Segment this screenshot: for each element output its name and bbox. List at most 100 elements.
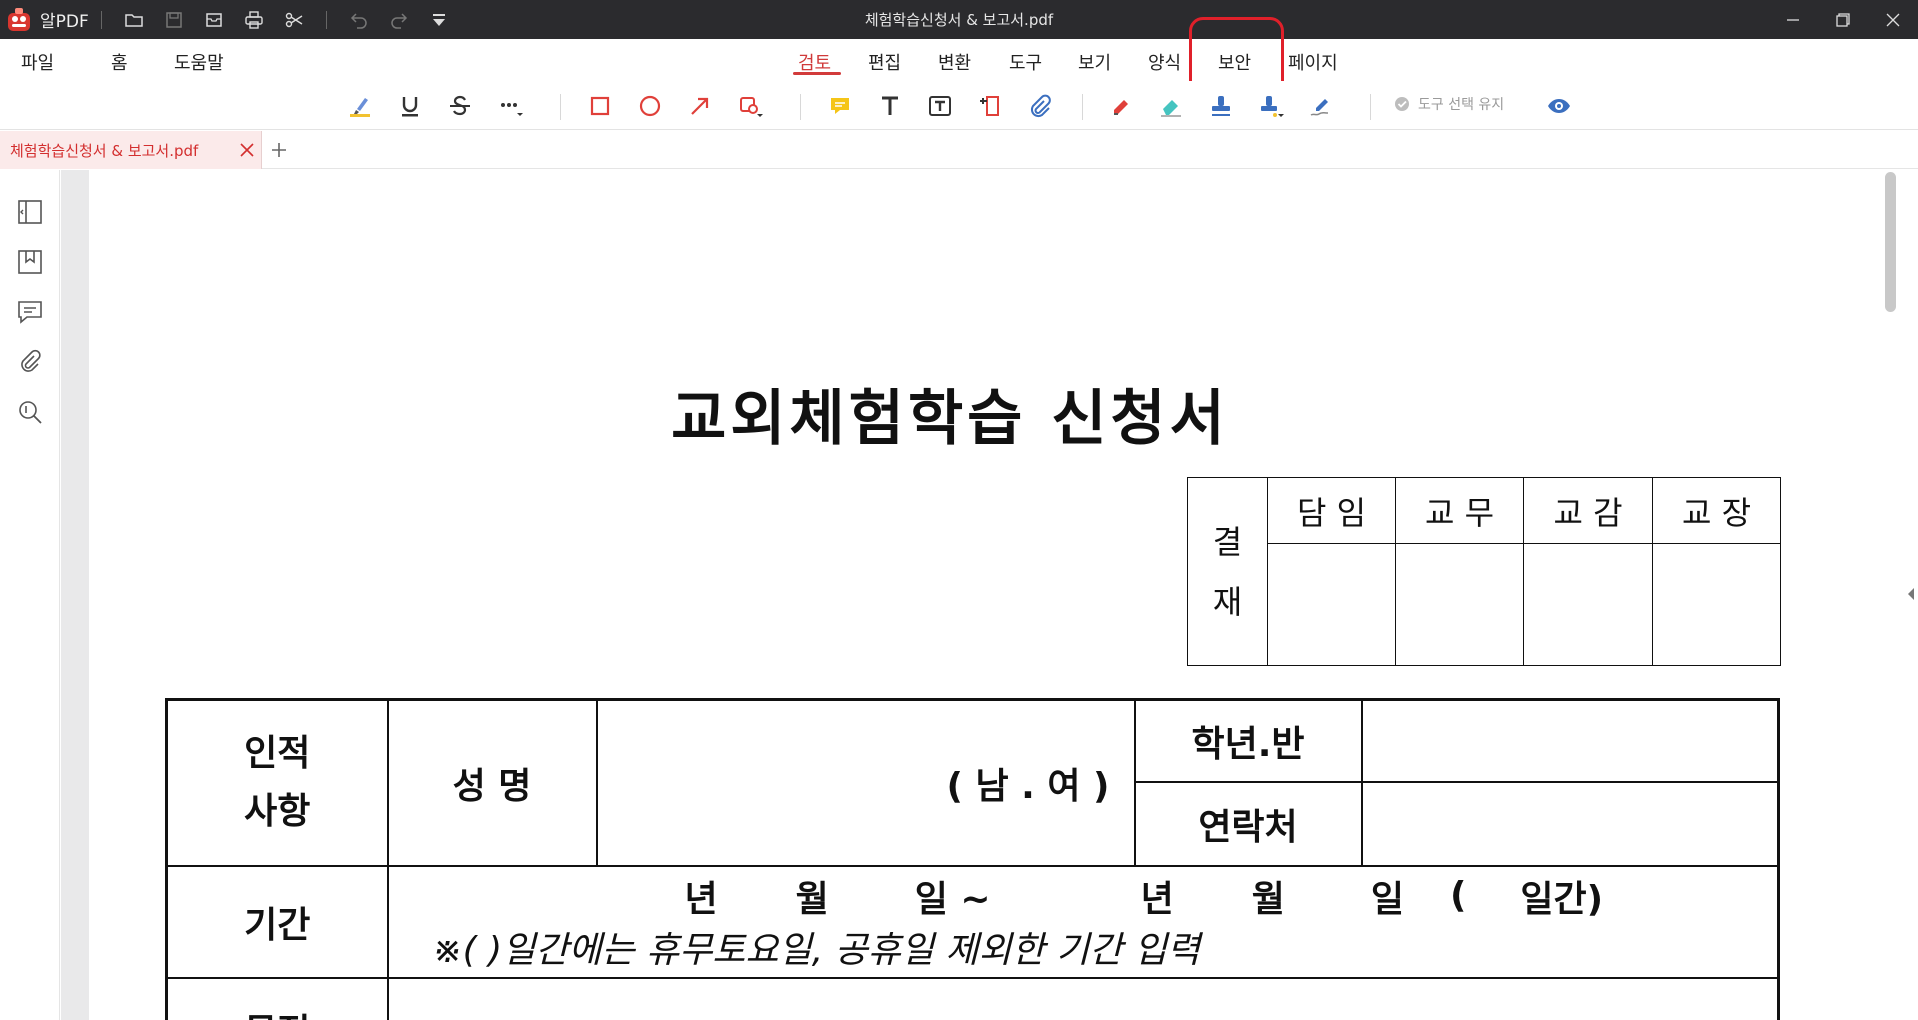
stamp-dropdown-icon[interactable] bbox=[1254, 91, 1288, 121]
customize-icon[interactable] bbox=[419, 0, 459, 39]
check-circle-icon bbox=[1395, 97, 1409, 111]
search-icon[interactable] bbox=[16, 398, 44, 426]
tab-convert[interactable]: 변환 bbox=[938, 49, 971, 75]
approval-sign-cell[interactable] bbox=[1395, 543, 1524, 666]
document-tab-label: 체험학습신청서 & 보고서.pdf bbox=[10, 141, 199, 160]
contact-label: 연락처 bbox=[1133, 780, 1363, 867]
shapes-icon[interactable] bbox=[733, 91, 767, 121]
personal-info-line2: 사항 bbox=[244, 790, 311, 832]
purpose-field[interactable] bbox=[386, 976, 1780, 1020]
tab-view[interactable]: 보기 bbox=[1078, 49, 1111, 75]
tab-form[interactable]: 양식 bbox=[1148, 49, 1181, 75]
approval-sign-cell[interactable] bbox=[1523, 543, 1653, 666]
panel-toggle-icon[interactable] bbox=[16, 198, 44, 226]
period-month-1: 월 bbox=[795, 878, 829, 920]
stamp-icon[interactable] bbox=[1204, 91, 1238, 121]
print-icon[interactable] bbox=[234, 0, 274, 39]
menu-help[interactable]: 도움말 bbox=[174, 49, 224, 75]
document-tab[interactable]: 체험학습신청서 & 보고서.pdf bbox=[0, 131, 262, 169]
pencil-icon[interactable] bbox=[1104, 91, 1138, 121]
personal-info-line1: 인적 bbox=[244, 732, 311, 774]
divider bbox=[1370, 94, 1371, 120]
left-sidebar bbox=[0, 170, 60, 1020]
attachment-icon[interactable] bbox=[1023, 91, 1057, 121]
rectangle-icon[interactable] bbox=[583, 91, 617, 121]
expand-right-panel-icon[interactable] bbox=[1907, 587, 1915, 601]
tab-edit[interactable]: 편집 bbox=[868, 49, 901, 75]
more-markup-icon[interactable] bbox=[493, 91, 527, 121]
document-title: 교외체험학습 신청서 bbox=[671, 384, 1229, 454]
approval-col-academic: 교 무 bbox=[1395, 477, 1524, 544]
pdf-page: 교외체험학습 신청서 결 재 담 임 교 무 교 감 교 장 인적 사항 성 명… bbox=[89, 170, 1867, 1020]
grade-class-field[interactable] bbox=[1360, 698, 1780, 783]
contact-field[interactable] bbox=[1360, 780, 1780, 867]
textbox-icon[interactable] bbox=[923, 91, 957, 121]
underline-icon[interactable] bbox=[393, 91, 427, 121]
minimize-icon[interactable] bbox=[1768, 0, 1818, 39]
divider bbox=[560, 94, 561, 120]
mail-icon[interactable] bbox=[194, 0, 234, 39]
name-label: 성 명 bbox=[386, 698, 598, 867]
tab-close-icon[interactable] bbox=[238, 141, 256, 159]
restore-icon[interactable] bbox=[1818, 0, 1868, 39]
menu-file[interactable]: 파일 bbox=[21, 49, 54, 75]
divider bbox=[800, 94, 801, 120]
strikethrough-icon[interactable] bbox=[443, 91, 477, 121]
approval-sign-cell[interactable] bbox=[1267, 543, 1396, 666]
divider bbox=[325, 10, 327, 29]
arrow-icon[interactable] bbox=[683, 91, 717, 121]
approval-side-bottom: 재 bbox=[1212, 582, 1243, 621]
redo-icon[interactable] bbox=[379, 0, 419, 39]
app-name: 알PDF bbox=[40, 12, 89, 32]
highlighter-icon[interactable] bbox=[343, 91, 377, 121]
callout-icon[interactable] bbox=[973, 91, 1007, 121]
grade-class-label: 학년.반 bbox=[1133, 698, 1363, 783]
comment-icon[interactable] bbox=[16, 298, 44, 326]
scrollbar-thumb[interactable] bbox=[1885, 172, 1896, 312]
title-bar: 알PDF 체험학습신청서 & 보고서.pdf bbox=[0, 0, 1918, 39]
undo-icon[interactable] bbox=[339, 0, 379, 39]
signature-icon[interactable] bbox=[1304, 91, 1338, 121]
menu-home[interactable]: 홈 bbox=[111, 49, 128, 75]
period-day-2: 일 bbox=[1370, 878, 1404, 920]
add-tab-icon[interactable] bbox=[268, 139, 290, 161]
active-tab-indicator bbox=[793, 72, 841, 75]
text-icon[interactable] bbox=[873, 91, 907, 121]
period-year-2: 년 bbox=[1140, 878, 1174, 920]
app-logo-icon[interactable] bbox=[4, 5, 34, 35]
menu-bar: 파일 홈 도움말 검토 편집 변환 도구 보기 양식 보안 페이지 bbox=[0, 39, 1918, 81]
gender-field[interactable]: ( 남 . 여 ) bbox=[595, 698, 1136, 867]
period-month-2: 월 bbox=[1251, 878, 1285, 920]
divider bbox=[100, 10, 102, 29]
close-icon[interactable] bbox=[1868, 0, 1918, 39]
scissors-icon[interactable] bbox=[274, 0, 314, 39]
keep-tool-toggle[interactable]: 도구 선택 유지 bbox=[1394, 94, 1504, 114]
approval-side-top: 결 bbox=[1212, 522, 1243, 561]
personal-info-label: 인적 사항 bbox=[165, 698, 389, 867]
period-note: ※( )일간에는 휴무토요일, 공휴일 제외한 기간 입력 bbox=[432, 929, 1201, 971]
period-line: 년 월 일 ~ 년 월 일 ( 일간) bbox=[389, 871, 1778, 921]
period-field[interactable]: 년 월 일 ~ 년 월 일 ( 일간) ※( )일간에는 휴무토요일, 공휴일 … bbox=[386, 864, 1780, 979]
review-toolbar: 도구 선택 유지 bbox=[0, 81, 1918, 130]
eye-icon[interactable] bbox=[1542, 91, 1576, 121]
sticky-note-icon[interactable] bbox=[823, 91, 857, 121]
save-icon[interactable] bbox=[154, 0, 194, 39]
approval-table: 결 재 담 임 교 무 교 감 교 장 bbox=[1187, 477, 1781, 666]
approval-col-principal: 교 장 bbox=[1652, 477, 1781, 544]
approval-side-label: 결 재 bbox=[1187, 477, 1268, 666]
document-tab-bar: 체험학습신청서 & 보고서.pdf bbox=[0, 131, 1918, 169]
period-open-paren: ( bbox=[1449, 875, 1467, 916]
period-day-1: 일 ~ bbox=[914, 878, 991, 920]
tab-page[interactable]: 페이지 bbox=[1288, 49, 1338, 75]
window-controls bbox=[1768, 0, 1918, 39]
period-year-1: 년 bbox=[684, 878, 718, 920]
ellipse-icon[interactable] bbox=[633, 91, 667, 121]
attachment-panel-icon[interactable] bbox=[16, 348, 44, 376]
tab-tools[interactable]: 도구 bbox=[1009, 49, 1042, 75]
approval-sign-cell[interactable] bbox=[1652, 543, 1781, 666]
eraser-icon[interactable] bbox=[1154, 91, 1188, 121]
divider bbox=[1082, 94, 1083, 120]
bookmark-icon[interactable] bbox=[16, 248, 44, 276]
open-folder-icon[interactable] bbox=[114, 0, 154, 39]
period-days: 일간) bbox=[1520, 878, 1604, 920]
